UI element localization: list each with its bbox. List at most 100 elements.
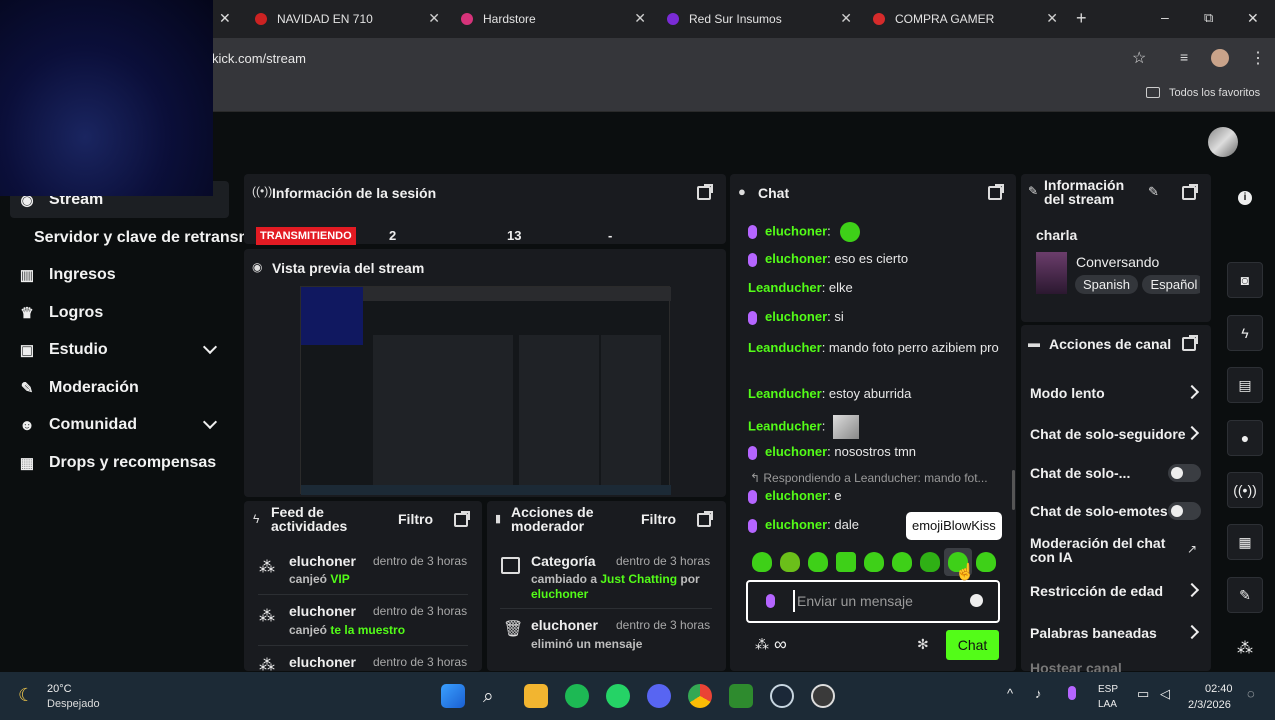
maximize-icon[interactable]: ⧉ — [1204, 10, 1213, 26]
chat-message[interactable]: eluchoner: dale — [748, 517, 898, 533]
popout-icon[interactable] — [697, 511, 713, 527]
clock-date[interactable]: 2/3/2026 — [1188, 699, 1231, 711]
chat-message[interactable]: Leanducher: mando foto perro azibiem pro — [748, 338, 1003, 358]
channel-row-host[interactable]: Hostear canal — [1030, 660, 1122, 672]
popout-icon[interactable] — [1182, 335, 1198, 351]
sidebar-item-comunidad[interactable]: ☻ Comunidad — [18, 416, 137, 434]
lang-2[interactable]: LAA — [1098, 699, 1117, 710]
rail-notes-button[interactable]: ▤ — [1227, 367, 1263, 403]
chat-message[interactable]: Leanducher: elke — [748, 280, 1003, 295]
window-close-icon[interactable]: ✕ — [1247, 10, 1259, 27]
chat-user[interactable]: eluchoner — [765, 223, 827, 238]
chat-user[interactable]: eluchoner — [765, 309, 827, 324]
emote-icon[interactable] — [780, 552, 800, 572]
tab-close-icon[interactable]: ✕ — [1046, 10, 1058, 27]
chat-message[interactable]: eluchoner: nosostros tmn — [748, 444, 1003, 460]
chrome-icon[interactable] — [688, 684, 712, 708]
chat-message[interactable]: eluchoner: — [748, 222, 1003, 242]
sidebar-item-drops[interactable]: ▦ Drops y recompensas — [18, 454, 216, 472]
emoji-icon[interactable] — [970, 594, 983, 607]
tab-navidad[interactable]: NAVIDAD EN 710 ✕ — [255, 6, 440, 32]
chat-message[interactable]: eluchoner: e — [748, 488, 1003, 504]
mod-filter-button[interactable]: Filtro — [641, 511, 676, 527]
discord-icon[interactable] — [647, 684, 671, 708]
spotify-icon[interactable] — [565, 684, 589, 708]
channel-row-age[interactable]: Restricción de edad — [1030, 583, 1163, 599]
tab-close-icon[interactable]: ✕ — [428, 10, 440, 27]
chat-user[interactable]: Leanducher — [748, 386, 822, 401]
chat-scrollbar[interactable] — [1012, 470, 1015, 510]
chat-user[interactable]: eluchoner — [765, 444, 827, 459]
minimize-icon[interactable]: – — [1161, 9, 1169, 25]
users-icon[interactable]: ⁂ — [1237, 638, 1253, 658]
channel-row-banned-words[interactable]: Palabras baneadas — [1030, 625, 1157, 641]
emote-icon[interactable] — [864, 552, 884, 572]
chat-user[interactable]: eluchoner — [765, 251, 827, 266]
gear-icon[interactable]: ✻ — [917, 636, 929, 653]
feed-user[interactable]: eluchoner — [289, 553, 356, 569]
tab-hardstore[interactable]: Hardstore ✕ — [461, 6, 646, 32]
profile-avatar[interactable] — [1211, 49, 1229, 67]
emote-icon[interactable] — [920, 552, 940, 572]
rail-bolt-button[interactable]: ϟ — [1227, 315, 1263, 351]
search-icon[interactable]: ⌕ — [483, 686, 494, 708]
subs-toggle[interactable] — [1168, 464, 1201, 482]
tab-compragamer[interactable]: COMPRA GAMER ✕ — [873, 6, 1058, 32]
tab-redsur[interactable]: Red Sur Insumos ✕ — [667, 6, 852, 32]
rail-chat-button[interactable]: ● — [1227, 420, 1263, 456]
clock-time[interactable]: 02:40 — [1205, 683, 1233, 695]
popout-icon[interactable] — [1182, 184, 1198, 200]
chat-user[interactable]: Leanducher — [748, 280, 822, 295]
rail-tools-button[interactable]: ✎ — [1227, 577, 1263, 613]
tab-close-icon[interactable]: ✕ — [840, 10, 852, 27]
rail-layout-button[interactable]: ▦ — [1227, 524, 1263, 560]
chat-message[interactable]: Leanducher: estoy aburrida — [748, 386, 1003, 401]
feed-user[interactable]: eluchoner — [289, 654, 356, 670]
chat-message[interactable]: eluchoner: si — [748, 309, 1003, 325]
activity-filter-button[interactable]: Filtro — [398, 511, 433, 527]
emote-icon[interactable] — [892, 552, 912, 572]
emote-icon[interactable] — [808, 552, 828, 572]
lang-1[interactable]: ESP — [1098, 684, 1118, 695]
bookmarks-folder[interactable]: Todos los favoritos — [1169, 87, 1260, 99]
speaker-icon[interactable]: ♪ — [1035, 686, 1042, 701]
feed-user[interactable]: eluchoner — [289, 603, 356, 619]
chat-user[interactable]: Leanducher — [748, 340, 822, 355]
network-icon[interactable]: ▭ — [1137, 686, 1149, 702]
sidebar-item-estudio[interactable]: ▣ Estudio — [18, 341, 108, 359]
media-icon[interactable]: ≡ — [1180, 49, 1188, 65]
tag[interactable]: Español — [1142, 275, 1200, 294]
tag[interactable]: Spanish — [1075, 275, 1138, 294]
popout-icon[interactable] — [697, 184, 713, 200]
minecraft-icon[interactable] — [729, 684, 753, 708]
file-explorer-icon[interactable] — [524, 684, 548, 708]
sidebar-item-ingresos[interactable]: ▥ Ingresos — [18, 266, 116, 284]
sidebar-item-logros[interactable]: ♛ Logros — [18, 304, 103, 322]
edit-icon[interactable]: ✎ — [1148, 184, 1159, 200]
user-avatar[interactable] — [1208, 127, 1238, 157]
channel-row-slow-mode[interactable]: Modo lento — [1030, 385, 1105, 401]
users-icon[interactable]: ⁂ — [755, 636, 769, 653]
steam-icon[interactable] — [770, 684, 794, 708]
rail-broadcast-button[interactable]: ((•)) — [1227, 472, 1263, 508]
menu-dots-icon[interactable]: ⋮ — [1250, 48, 1266, 68]
chat-input[interactable]: Enviar un mensaje — [746, 580, 1000, 623]
emote-icon[interactable] — [976, 552, 996, 572]
channel-row-emotes[interactable]: Chat de solo-emotes — [1030, 503, 1168, 519]
popout-icon[interactable] — [454, 511, 470, 527]
chat-message[interactable]: eluchoner: eso es cierto — [748, 251, 1003, 267]
channel-row-ai-mod[interactable]: Moderación del chat con IA — [1030, 536, 1175, 564]
channel-row-followers[interactable]: Chat de solo-seguidore — [1030, 426, 1186, 442]
chat-user[interactable]: Leanducher — [748, 418, 822, 433]
chat-user[interactable]: eluchoner — [765, 488, 827, 503]
windows-start-icon[interactable] — [441, 684, 465, 708]
chat-message[interactable]: Leanducher: — [748, 415, 1003, 439]
chat-send-button[interactable]: Chat — [946, 630, 999, 660]
volume-icon[interactable]: ◁ — [1160, 686, 1170, 702]
info-icon[interactable]: i — [1238, 191, 1252, 205]
sidebar-item-server[interactable]: Servidor y clave de retransm — [34, 229, 253, 247]
popout-icon[interactable] — [988, 184, 1004, 200]
new-tab-icon[interactable]: + — [1076, 8, 1087, 29]
obs-icon[interactable] — [811, 684, 835, 708]
tab-close-icon[interactable]: ✕ — [634, 10, 646, 27]
